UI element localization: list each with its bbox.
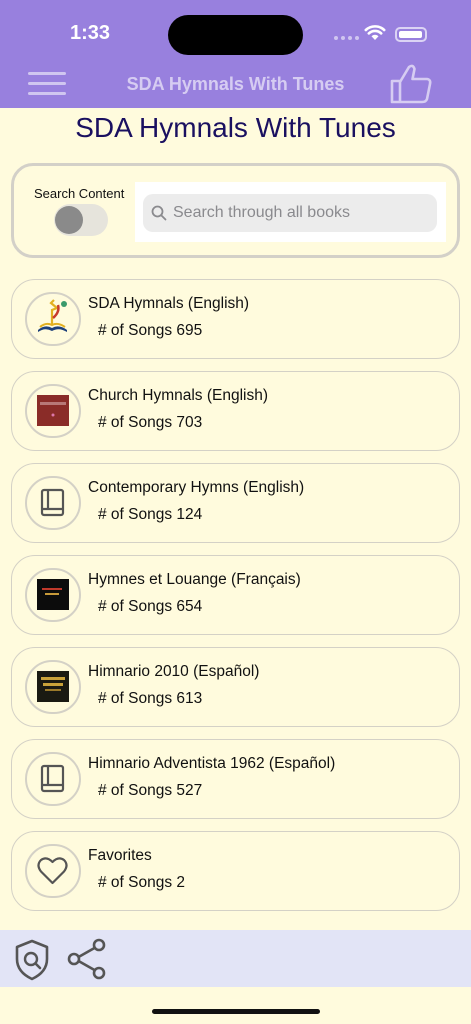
book-name: Contemporary Hymns (English) [88,479,305,496]
signal-icon [334,36,359,40]
book-item-favorites[interactable]: Favorites # of Songs 2 [11,831,460,911]
battery-icon [395,27,427,42]
search-bar [135,182,446,242]
sda-logo-icon [25,292,81,346]
hymnes-cover-icon [25,568,81,622]
search-input[interactable] [173,194,428,232]
himnario-cover-icon [25,660,81,714]
toggle-knob [55,206,83,234]
book-song-count: # of Songs 654 [98,598,203,615]
heart-icon [25,844,81,898]
book-name: Himnario Adventista 1962 (Español) [88,755,336,772]
privacy-shield-icon[interactable] [12,938,52,982]
status-bar: 1:33 [0,0,471,62]
book-song-count: # of Songs 124 [98,506,203,523]
book-item-contemporary-hymns[interactable]: Contemporary Hymns (English) # of Songs … [11,463,460,543]
search-content-toggle[interactable] [54,204,108,236]
wifi-icon [364,25,386,40]
nav-bar: SDA Hymnals With Tunes [0,62,471,108]
bottom-bar [0,930,471,987]
thumbs-up-icon[interactable] [389,62,435,106]
menu-icon[interactable] [28,70,66,98]
status-time: 1:33 [70,22,111,44]
book-item-hymnes-et-louange[interactable]: Hymnes et Louange (Français) # of Songs … [11,555,460,635]
book-song-count: # of Songs 613 [98,690,203,707]
share-icon[interactable] [66,937,108,981]
book-item-himnario-adventista-1962[interactable]: Himnario Adventista 1962 (Español) # of … [11,739,460,819]
dynamic-island [168,15,303,55]
nav-title: SDA Hymnals With Tunes [126,74,345,94]
book-song-count: # of Songs 2 [98,874,186,891]
book-icon [25,476,81,530]
book-icon [25,752,81,806]
church-hymnal-cover-icon [25,384,81,438]
search-icon [151,205,167,221]
book-name: Church Hymnals (English) [88,387,269,404]
search-content-label: Search Content [34,186,125,201]
search-field[interactable] [143,194,437,232]
search-card: Search Content [11,163,460,258]
book-name: Hymnes et Louange (Français) [88,571,301,588]
book-name: Himnario 2010 (Español) [88,663,260,680]
page-title: SDA Hymnals With Tunes [75,112,396,143]
book-item-sda-hymnals[interactable]: SDA Hymnals (English) # of Songs 695 [11,279,460,359]
book-song-count: # of Songs 703 [98,414,203,431]
book-song-count: # of Songs 527 [98,782,203,799]
book-name: Favorites [88,847,152,864]
book-item-church-hymnals[interactable]: Church Hymnals (English) # of Songs 703 [11,371,460,451]
book-item-himnario-2010[interactable]: Himnario 2010 (Español) # of Songs 613 [11,647,460,727]
home-indicator [152,1009,320,1014]
book-name: SDA Hymnals (English) [88,295,250,312]
book-song-count: # of Songs 695 [98,322,203,339]
